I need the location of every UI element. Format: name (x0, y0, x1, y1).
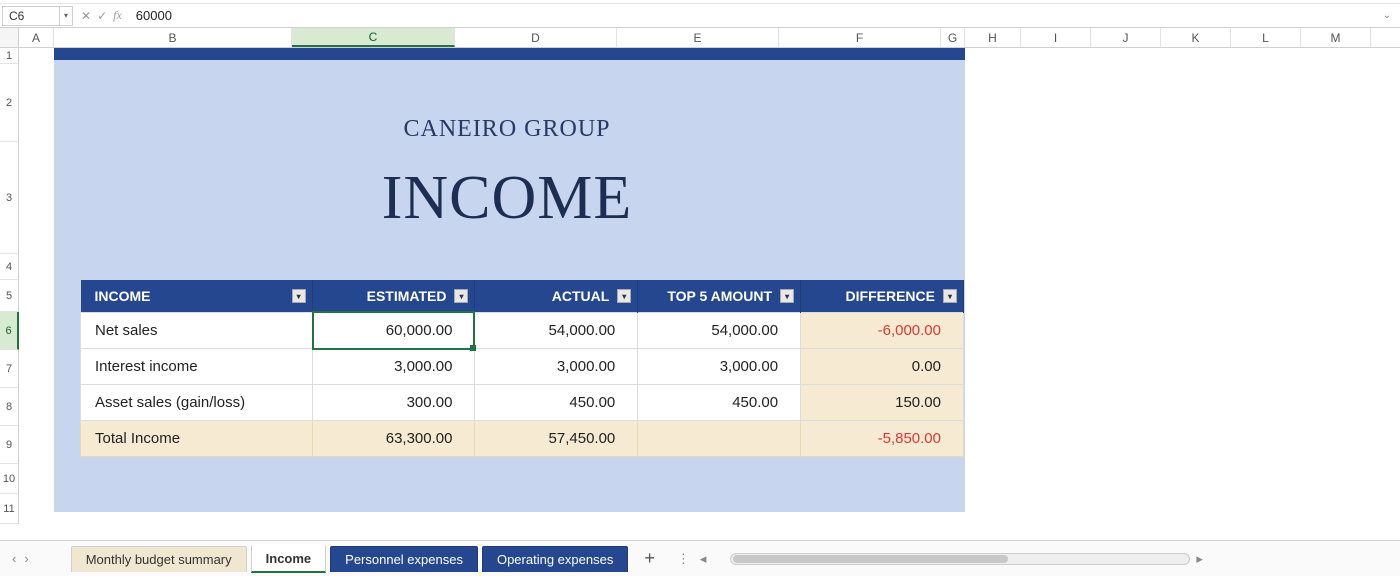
th-estimated-label: ESTIMATED (367, 288, 447, 304)
cell-difference[interactable]: 150.00 (801, 385, 964, 421)
row-header-4[interactable]: 4 (0, 254, 19, 280)
row-header-9[interactable]: 9 (0, 426, 19, 464)
filter-dropdown-icon[interactable]: ▾ (943, 289, 957, 303)
row-header-5[interactable]: 5 (0, 280, 19, 312)
cell-label[interactable]: Total Income (81, 421, 313, 457)
fx-icon[interactable]: fx (113, 8, 122, 23)
cell-actual[interactable]: 54,000.00 (475, 313, 638, 349)
cell-estimated[interactable]: 3,000.00 (312, 349, 475, 385)
col-header-h[interactable]: H (965, 28, 1021, 47)
col-header-k[interactable]: K (1161, 28, 1231, 47)
formula-bar: C6 ▾ ✕ ✓ fx ⌄ (0, 4, 1400, 28)
cell-estimated[interactable]: 300.00 (312, 385, 475, 421)
col-header-l[interactable]: L (1231, 28, 1301, 47)
table-row[interactable]: Asset sales (gain/loss) 300.00 450.00 45… (81, 385, 964, 421)
tab-monthly-budget[interactable]: Monthly budget summary (71, 546, 247, 572)
cell-difference[interactable]: -6,000.00 (801, 313, 964, 349)
row-header-7[interactable]: 7 (0, 350, 19, 388)
tab-overflow-icon[interactable]: ⋮ (667, 551, 700, 567)
sheet-tab-bar: ‹ › Monthly budget summary Income Person… (0, 540, 1400, 576)
horizontal-scroll-region: ◂ ▸ (700, 551, 1400, 567)
row-header-3[interactable]: 3 (0, 142, 19, 254)
th-actual[interactable]: ACTUAL ▾ (475, 280, 638, 313)
table-row[interactable]: Net sales 60,000.00 54,000.00 54,000.00 … (81, 313, 964, 349)
col-header-a[interactable]: A (19, 28, 54, 47)
tab-nav: ‹ › (0, 551, 41, 566)
col-header-i[interactable]: I (1021, 28, 1091, 47)
formula-expand-icon[interactable]: ⌄ (1374, 10, 1400, 21)
row-header-2[interactable]: 2 (0, 64, 19, 142)
select-all-corner[interactable] (0, 28, 19, 47)
th-top5[interactable]: TOP 5 AMOUNT ▾ (638, 280, 801, 313)
income-table: INCOME ▾ ESTIMATED ▾ ACTUAL ▾ TOP 5 AMOU… (80, 280, 964, 457)
filter-dropdown-icon[interactable]: ▾ (780, 289, 794, 303)
tab-operating-expenses[interactable]: Operating expenses (482, 546, 628, 572)
th-income[interactable]: INCOME ▾ (81, 280, 313, 313)
cell-actual[interactable]: 450.00 (475, 385, 638, 421)
top-accent-bar (54, 48, 965, 60)
name-box-dropdown[interactable]: ▾ (60, 6, 73, 26)
add-sheet-button[interactable]: + (632, 544, 667, 573)
filter-dropdown-icon[interactable]: ▾ (454, 289, 468, 303)
row-header-8[interactable]: 8 (0, 388, 19, 426)
col-header-c[interactable]: C (292, 28, 455, 47)
tab-prev-icon[interactable]: ‹ (12, 551, 16, 566)
th-income-label: INCOME (95, 288, 151, 304)
col-header-b[interactable]: B (54, 28, 292, 47)
name-box[interactable]: C6 (2, 6, 60, 26)
cancel-formula-icon[interactable]: ✕ (81, 9, 91, 23)
scroll-right-icon[interactable]: ▸ (1196, 551, 1203, 567)
row-header-strip: 1 2 3 4 5 6 7 8 9 10 11 (0, 48, 19, 524)
tab-next-icon[interactable]: › (24, 551, 28, 566)
cell-label[interactable]: Interest income (81, 349, 313, 385)
col-header-d[interactable]: D (455, 28, 617, 47)
cell-difference[interactable]: -5,850.00 (801, 421, 964, 457)
cell-label[interactable]: Asset sales (gain/loss) (81, 385, 313, 421)
col-header-e[interactable]: E (617, 28, 779, 47)
row-header-1[interactable]: 1 (0, 48, 19, 64)
th-difference[interactable]: DIFFERENCE ▾ (801, 280, 964, 313)
cell-top5[interactable]: 450.00 (638, 385, 801, 421)
col-header-g[interactable]: G (941, 28, 965, 47)
col-header-j[interactable]: J (1091, 28, 1161, 47)
horizontal-scrollbar[interactable] (730, 553, 1190, 565)
cell-top5[interactable]: 54,000.00 (638, 313, 801, 349)
filter-dropdown-icon[interactable]: ▾ (617, 289, 631, 303)
cell-label[interactable]: Net sales (81, 313, 313, 349)
th-actual-label: ACTUAL (552, 288, 610, 304)
accept-formula-icon[interactable]: ✓ (97, 9, 107, 23)
tab-personnel-expenses[interactable]: Personnel expenses (330, 546, 478, 572)
th-top5-label: TOP 5 AMOUNT (667, 288, 772, 304)
formula-input[interactable] (130, 6, 1374, 26)
cell-estimated[interactable]: 63,300.00 (312, 421, 475, 457)
sheet-content: CANEIRO GROUP INCOME INCOME ▾ ESTIMATED … (19, 48, 1399, 534)
th-difference-label: DIFFERENCE (846, 288, 935, 304)
row-header-10[interactable]: 10 (0, 464, 19, 494)
worksheet-grid[interactable]: A B C D E F G H I J K L M 1 2 3 4 5 6 7 … (0, 28, 1400, 534)
cell-top5[interactable] (638, 421, 801, 457)
page-title: INCOME (54, 163, 960, 234)
th-estimated[interactable]: ESTIMATED ▾ (312, 280, 475, 313)
scroll-left-icon[interactable]: ◂ (700, 551, 707, 567)
company-name: CANEIRO GROUP (54, 116, 960, 143)
cell-top5[interactable]: 3,000.00 (638, 349, 801, 385)
table-row[interactable]: Interest income 3,000.00 3,000.00 3,000.… (81, 349, 964, 385)
col-header-m[interactable]: M (1301, 28, 1371, 47)
table-row-total[interactable]: Total Income 63,300.00 57,450.00 -5,850.… (81, 421, 964, 457)
cell-actual[interactable]: 57,450.00 (475, 421, 638, 457)
cell-difference[interactable]: 0.00 (801, 349, 964, 385)
cell-estimated[interactable]: 60,000.00 (312, 313, 475, 349)
filter-dropdown-icon[interactable]: ▾ (292, 289, 306, 303)
cell-actual[interactable]: 3,000.00 (475, 349, 638, 385)
tab-income[interactable]: Income (251, 544, 327, 573)
scrollbar-thumb[interactable] (733, 555, 1008, 563)
column-header-row: A B C D E F G H I J K L M (0, 28, 1400, 48)
col-header-f[interactable]: F (779, 28, 941, 47)
row-header-6[interactable]: 6 (0, 312, 19, 350)
row-header-11[interactable]: 11 (0, 494, 19, 524)
